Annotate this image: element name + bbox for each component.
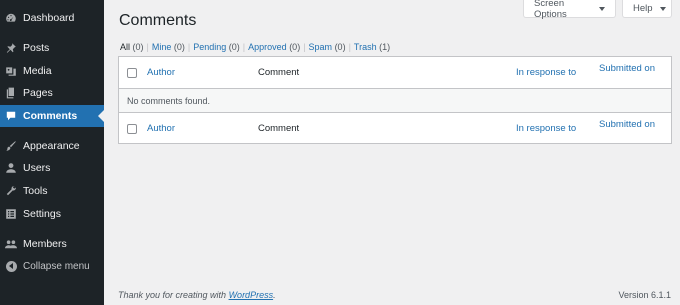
paintbrush-icon [5,140,17,152]
comment-icon [5,110,17,122]
column-in-response-to-sort[interactable]: In response to [516,123,576,134]
column-author-sort[interactable]: Author [147,123,175,134]
column-comment: Comment [258,67,300,78]
collapse-menu-button[interactable]: Collapse menu [0,255,104,277]
select-all-checkbox-bottom[interactable] [127,124,137,134]
media-icon [5,65,17,77]
sidebar-item-label: Users [23,162,51,174]
sidebar-item-settings[interactable]: Settings [0,203,104,225]
filter-trash[interactable]: Trash [354,42,377,52]
help-label: Help [633,3,653,14]
sidebar-item-pages[interactable]: Pages [0,82,104,104]
sidebar-item-appearance[interactable]: Appearance [0,135,104,157]
sidebar-item-comments[interactable]: Comments [0,105,104,127]
caret-down-icon [599,6,605,11]
sidebar-item-members[interactable]: Members [0,233,104,255]
screen-options-button[interactable]: Screen Options [523,0,616,20]
filter-approved[interactable]: Approved [248,42,287,52]
collapse-arrow-icon [5,260,17,272]
sidebar-item-label: Posts [23,42,50,54]
column-author-sort[interactable]: Author [147,67,175,78]
sidebar-item-label: Appearance [23,140,80,152]
page-icon [5,87,17,99]
members-icon [5,238,17,250]
footer-version: Version 6.1.1 [618,290,671,300]
filter-mine[interactable]: Mine [152,42,172,52]
select-all-checkbox[interactable] [127,68,137,78]
sidebar-item-media[interactable]: Media [0,60,104,82]
sidebar-item-label: Tools [23,185,48,197]
table-header-row: Author Comment In response to Submitted … [119,57,671,89]
page-title: Comments [119,12,197,29]
pin-icon [5,42,17,54]
sidebar-item-label: Comments [23,110,78,122]
column-comment: Comment [258,123,300,134]
wordpress-link[interactable]: WordPress [229,290,274,300]
sidebar-item-users[interactable]: Users [0,157,104,179]
admin-sidebar: Dashboard Posts Media Pages Comments App… [0,0,104,305]
column-submitted-on-sort[interactable]: Submitted on [599,119,655,130]
wrench-icon [5,185,17,197]
column-in-response-to-sort[interactable]: In response to [516,67,576,78]
sidebar-item-label: Media [23,65,52,77]
dashboard-icon [5,12,17,24]
comment-status-filters: All (0) | Mine (0) | Pending (0) | Approved (0… [120,42,391,52]
empty-message-row: No comments found. [119,89,671,112]
sidebar-item-label: Pages [23,87,53,99]
filter-spam[interactable]: Spam [309,42,333,52]
filter-all[interactable]: All (0) [120,42,144,52]
comments-table: Author Comment In response to Submitted … [118,56,672,144]
user-icon [5,162,17,174]
collapse-menu-label: Collapse menu [23,260,90,272]
footer-thanks: Thank you for creating with WordPress. [118,290,276,300]
help-button[interactable]: Help [622,0,672,18]
sidebar-item-label: Dashboard [23,12,75,24]
filter-pending[interactable]: Pending [193,42,226,52]
sidebar-item-tools[interactable]: Tools [0,180,104,202]
caret-down-icon [659,6,666,11]
sidebar-item-label: Settings [23,208,61,220]
sidebar-item-label: Members [23,238,67,250]
settings-icon [5,208,17,220]
column-submitted-on-sort[interactable]: Submitted on [599,63,655,74]
table-footer-row: Author Comment In response to Submitted … [119,112,671,144]
sidebar-item-posts[interactable]: Posts [0,37,104,59]
screen-options-label: Screen Options [534,0,567,20]
sidebar-item-dashboard[interactable]: Dashboard [0,7,104,29]
